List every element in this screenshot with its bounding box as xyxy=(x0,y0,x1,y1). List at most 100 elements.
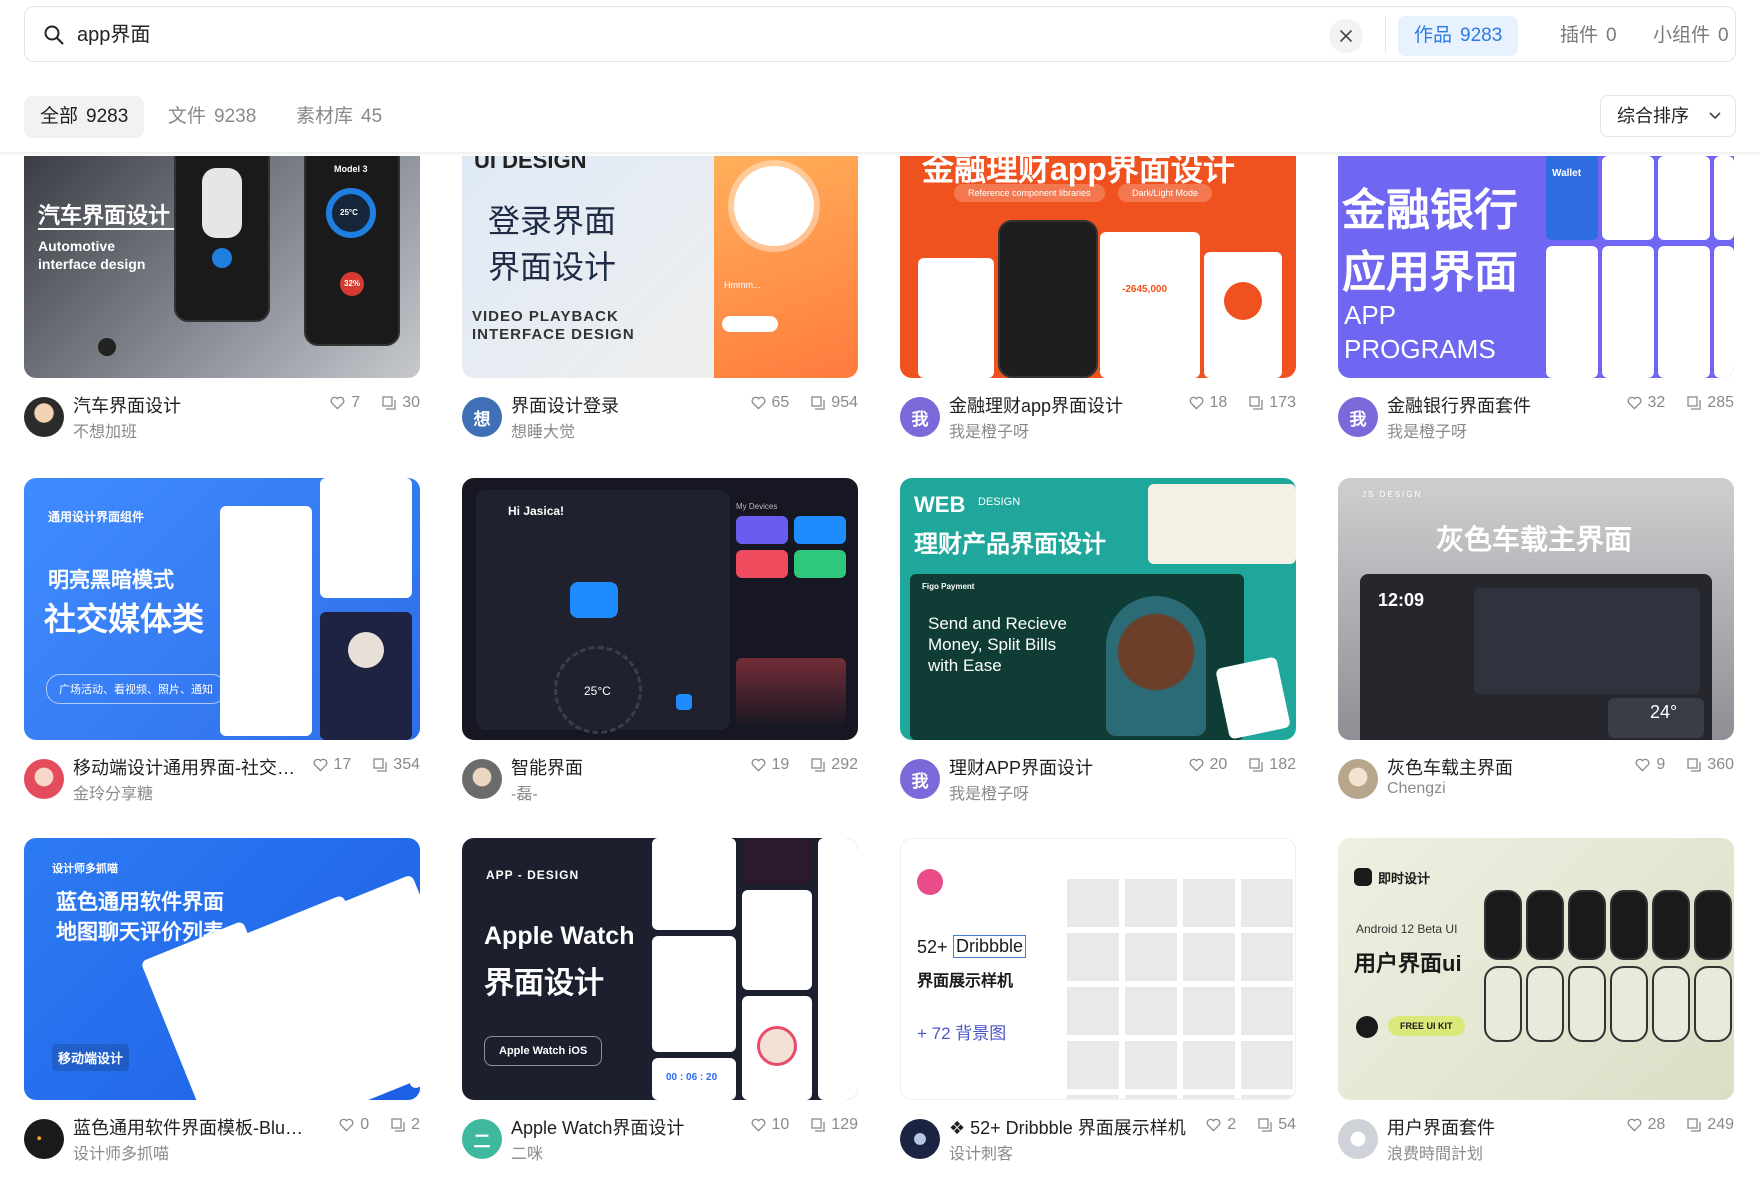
copy-count: 54 xyxy=(1278,1116,1296,1133)
thumb-pill: 广场活动、看视频、照片、通知 xyxy=(46,674,226,704)
screen-mockup xyxy=(1714,246,1734,378)
card-meta: ❖ 52+ Dribbble 界面展示样机 设计刺客 2 54 xyxy=(900,1114,1296,1166)
screen-mockup xyxy=(320,478,412,598)
card-author[interactable]: 二咪 xyxy=(511,1140,543,1164)
thumb-small: JS DESIGN xyxy=(1362,490,1423,499)
thumb-divider xyxy=(38,228,188,230)
card-thumbnail[interactable]: 通用设计界面组件 明亮黑暗模式 社交媒体类 广场活动、看视频、照片、通知 xyxy=(24,478,420,740)
card-meta: 汽车界面设计 不想加班 7 30 xyxy=(24,392,420,444)
phone-mockup xyxy=(1484,890,1522,960)
like-count: 7 xyxy=(351,394,361,411)
hero-text: Money, Split Bills xyxy=(928,635,1057,654)
avatar[interactable] xyxy=(24,1119,64,1159)
card-title[interactable]: 理财APP界面设计 xyxy=(949,754,1093,780)
car-image xyxy=(202,168,242,238)
screen-mockup xyxy=(1714,156,1734,240)
copy-icon xyxy=(811,1118,825,1132)
avatar[interactable]: 想 xyxy=(462,397,502,437)
avatar[interactable]: 我 xyxy=(1338,397,1378,437)
heart-icon xyxy=(1627,1118,1641,1132)
like-count: 9 xyxy=(1656,756,1666,773)
card-title[interactable]: 灰色车载主界面 xyxy=(1387,754,1513,780)
device-tile xyxy=(736,516,788,544)
screen-mockup xyxy=(652,936,736,1052)
like-count: 0 xyxy=(360,1116,370,1133)
card-author[interactable]: Chengzi xyxy=(1387,780,1446,798)
avatar[interactable] xyxy=(1338,1119,1378,1159)
phone-mockup: Model 3 25°C 32% xyxy=(304,156,400,346)
card-title[interactable]: 移动端设计通用界面-社交媒体类 xyxy=(73,754,309,780)
heart-icon xyxy=(751,758,765,772)
card-meta: 用户界面套件 浪费時間計划 28 249 xyxy=(1338,1114,1734,1166)
avatar[interactable]: 二 xyxy=(462,1119,502,1159)
heart-icon xyxy=(330,396,345,410)
card-meta: 智能界面 -磊- 19 292 xyxy=(462,754,858,806)
screen-mockup xyxy=(1658,246,1710,378)
avatar[interactable] xyxy=(24,397,64,437)
screen-mockup: 00 : 06 : 20 xyxy=(652,1058,736,1100)
card-thumbnail[interactable]: 设计师多抓喵 蓝色通用软件界面 地图聊天评价列表 移动端设计 xyxy=(24,838,420,1100)
card-author[interactable]: 我是橙子呀 xyxy=(949,780,1029,804)
card-title[interactable]: Apple Watch界面设计 xyxy=(511,1114,684,1140)
thumb-subtitle: PROGRAMS xyxy=(1344,334,1496,364)
copy-icon xyxy=(1258,1118,1272,1132)
card-thumbnail[interactable]: Hi Jasica! 25°C My Devices xyxy=(462,478,858,740)
thumb-small: Android 12 Beta UI xyxy=(1356,922,1458,936)
avatar[interactable]: 我 xyxy=(900,759,940,799)
card-author[interactable]: 想睡大觉 xyxy=(511,418,575,442)
card-title[interactable]: 蓝色通用软件界面模板-Blue Mobile UI xyxy=(73,1114,311,1140)
avatar[interactable] xyxy=(24,759,64,799)
card-author[interactable]: 浪费時間計划 xyxy=(1387,1140,1483,1164)
card-meta: 移动端设计通用界面-社交媒体类 金玲分享糖 17 354 xyxy=(24,754,420,806)
thumb-web: WEB xyxy=(914,492,966,517)
brand-label: 即时设计 xyxy=(1378,871,1431,886)
header-shadow xyxy=(0,152,1760,156)
card-stats: 2 54 xyxy=(1206,1116,1296,1134)
avatar[interactable] xyxy=(462,759,502,799)
logo-icon xyxy=(1354,868,1372,886)
phone-mockup xyxy=(1652,890,1690,960)
card-meta: 灰色车载主界面 Chengzi 9 360 xyxy=(1338,754,1734,806)
card-author[interactable]: 我是橙子呀 xyxy=(949,418,1029,442)
card-author[interactable]: 设计师多抓喵 xyxy=(73,1140,169,1164)
copy-count: 954 xyxy=(831,394,858,411)
card-title[interactable]: 金融银行界面套件 xyxy=(1387,392,1531,418)
like-count: 2 xyxy=(1227,1116,1237,1133)
card-author[interactable]: 设计刺客 xyxy=(949,1140,1013,1164)
copy-icon xyxy=(1249,396,1263,410)
card-thumbnail[interactable]: 52+ Dribbble 界面展示样机 + 72 背景图 xyxy=(900,838,1296,1100)
card-title[interactable]: 界面设计登录 xyxy=(511,392,619,418)
card-title[interactable]: ❖ 52+ Dribbble 界面展示样机 xyxy=(949,1114,1186,1140)
card-title[interactable]: 智能界面 xyxy=(511,754,583,780)
card-thumbnail[interactable]: WEB DESIGN 理财产品界面设计 Figo Payment Send an… xyxy=(900,478,1296,740)
card-thumbnail[interactable]: APP - DESIGN Apple Watch 界面设计 Apple Watc… xyxy=(462,838,858,1100)
card-title[interactable]: 用户界面套件 xyxy=(1387,1114,1495,1140)
avatar[interactable] xyxy=(900,1119,940,1159)
card-author[interactable]: 不想加班 xyxy=(73,418,137,442)
card-stats: 10 129 xyxy=(751,1116,858,1134)
card-thumbnail[interactable]: 金融理财app界面设计 Reference component librarie… xyxy=(900,156,1296,378)
phone-mockup xyxy=(1652,966,1690,1042)
card-author[interactable]: 金玲分享糖 xyxy=(73,780,153,804)
thumb-subtitle: VIDEO PLAYBACK xyxy=(472,308,619,325)
profile-image xyxy=(757,1026,797,1066)
card-thumbnail[interactable]: JS DESIGN 灰色车载主界面 12:09 24° xyxy=(1338,478,1734,740)
dribbble-icon xyxy=(917,869,943,895)
avatar[interactable] xyxy=(1338,759,1378,799)
screen-mockup xyxy=(818,838,858,1100)
heart-icon xyxy=(313,758,327,772)
card-author[interactable]: 我是橙子呀 xyxy=(1387,418,1467,442)
card-thumbnail[interactable]: 汽车界面设计 Automotive interface design Model… xyxy=(24,156,420,378)
thumb-title: 界面设计 xyxy=(488,249,617,285)
thumb-small: 设计师多抓喵 xyxy=(52,863,118,875)
card-thumbnail[interactable]: UI DESIGN 登录界面 界面设计 VIDEO PLAYBACK INTER… xyxy=(462,156,858,378)
card-title[interactable]: 汽车界面设计 xyxy=(73,392,181,418)
like-count: 17 xyxy=(333,756,352,773)
thumb-title: Dribbble xyxy=(953,935,1027,958)
copy-count: 354 xyxy=(393,756,420,773)
card-title[interactable]: 金融理财app界面设计 xyxy=(949,392,1123,418)
card-thumbnail[interactable]: 即时设计 Android 12 Beta UI 用户界面ui FREE UI K… xyxy=(1338,838,1734,1100)
card-author[interactable]: -磊- xyxy=(511,780,538,804)
card-thumbnail[interactable]: 金融银行 应用界面 APP PROGRAMS Wallet xyxy=(1338,156,1734,378)
avatar[interactable]: 我 xyxy=(900,397,940,437)
